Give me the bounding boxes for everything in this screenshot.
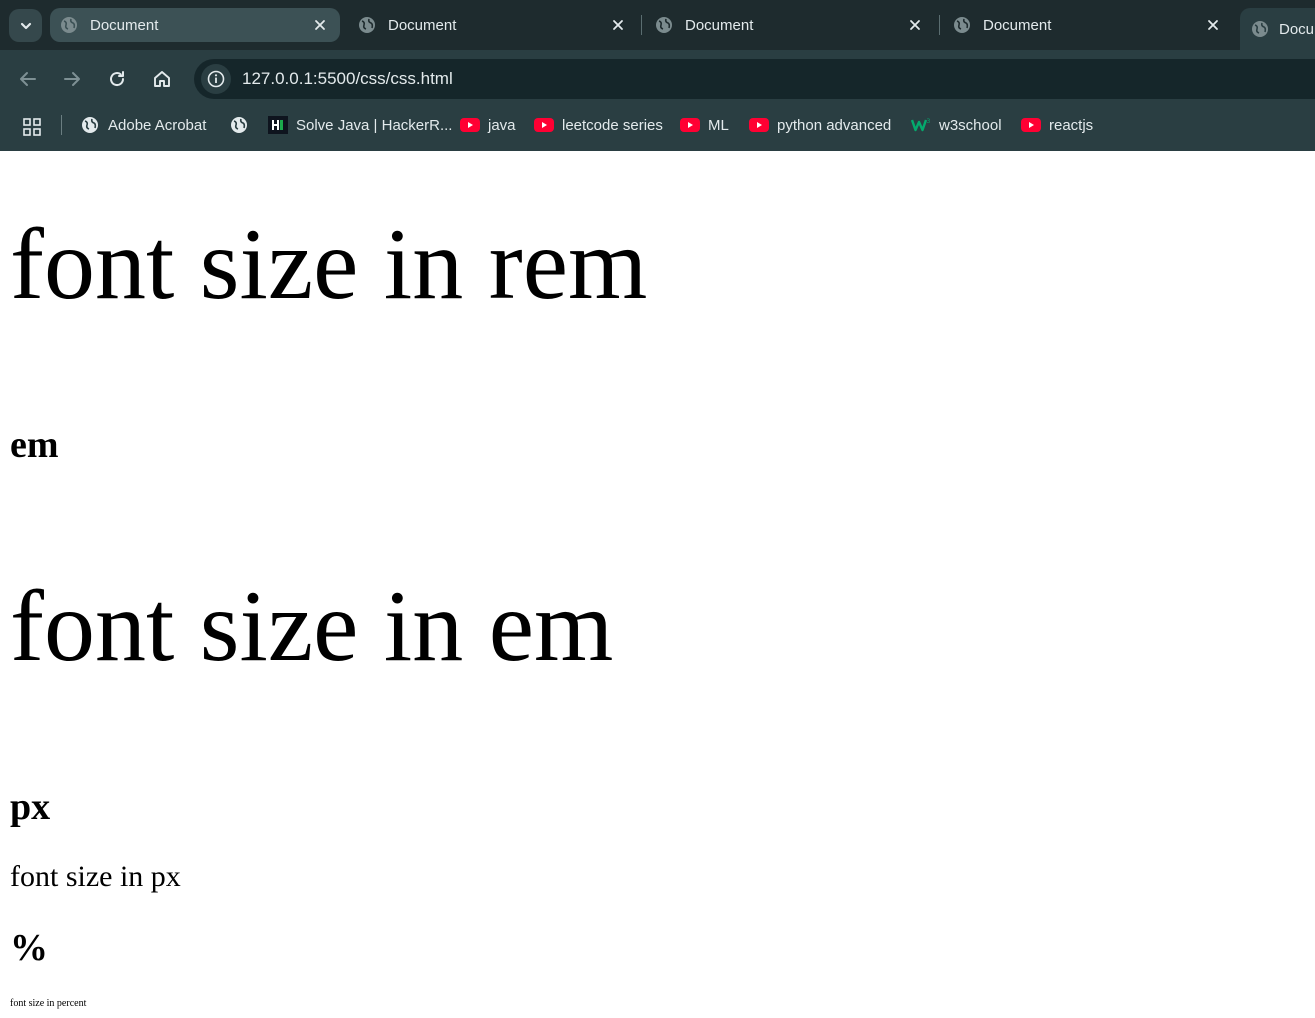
bookmark-globe[interactable] <box>229 115 257 135</box>
globe-icon <box>954 17 970 33</box>
apps-button[interactable] <box>20 115 44 139</box>
tab-title: Document <box>983 16 1052 34</box>
globe-icon <box>656 17 672 33</box>
em-heading: em <box>10 424 59 466</box>
close-icon[interactable] <box>907 17 923 33</box>
bookmark-ml[interactable]: ML <box>680 115 729 135</box>
bookmark-label: leetcode series <box>562 116 663 134</box>
youtube-icon <box>1021 117 1041 133</box>
tab-title: Docu <box>1279 20 1315 38</box>
close-icon[interactable] <box>312 17 328 33</box>
w3schools-icon: 3 <box>911 117 931 133</box>
tab-document-5[interactable]: Docu <box>1240 8 1315 50</box>
bookmark-w3school[interactable]: 3 w3school <box>911 115 1002 135</box>
bookmark-python-advanced[interactable]: python advanced <box>749 115 891 135</box>
percent-paragraph: font size in percent <box>10 998 87 1009</box>
tab-title: Document <box>90 16 159 34</box>
bookmark-reactjs[interactable]: reactjs <box>1021 115 1093 135</box>
arrow-left-icon <box>20 72 36 86</box>
bookmarks-bar: Adobe Acrobat Solve Java | HackerR... ja… <box>0 107 1315 151</box>
arrow-right-icon <box>64 72 80 86</box>
back-button[interactable] <box>13 64 43 94</box>
tab-divider <box>641 15 642 35</box>
home-icon <box>154 71 170 87</box>
youtube-icon <box>680 117 700 133</box>
em-paragraph: font size in em <box>10 570 614 683</box>
tab-title: Document <box>685 16 754 34</box>
svg-text:3: 3 <box>927 118 931 125</box>
bookmark-label: python advanced <box>777 116 892 134</box>
globe-icon <box>229 117 249 133</box>
site-info-button[interactable] <box>201 64 231 94</box>
apps-grid-icon <box>23 118 41 136</box>
bookmark-label: java <box>488 116 516 134</box>
bookmark-label: ML <box>708 116 729 134</box>
forward-button[interactable] <box>57 64 87 94</box>
globe-icon <box>80 117 100 133</box>
bookmarks-divider <box>61 115 62 135</box>
rem-paragraph: font size in rem <box>10 208 648 321</box>
youtube-icon <box>460 117 480 133</box>
reload-icon <box>110 71 125 87</box>
tab-document-1[interactable]: Document <box>50 8 340 42</box>
percent-heading: % <box>10 927 48 969</box>
tab-title: Document <box>388 16 457 34</box>
bookmark-hackerrank[interactable]: Solve Java | HackerR... <box>268 115 452 135</box>
chevron-down-icon <box>20 22 31 29</box>
close-icon[interactable] <box>610 17 626 33</box>
page-content: font size in rem em font size in em px f… <box>0 151 1315 1018</box>
bookmark-label: Solve Java | HackerR... <box>296 116 453 134</box>
bookmark-label: Adobe Acrobat <box>108 116 207 134</box>
globe-icon <box>359 17 375 33</box>
reload-button[interactable] <box>102 64 132 94</box>
youtube-icon <box>534 117 554 133</box>
globe-icon <box>1252 21 1268 37</box>
tab-strip: Document Document Document Document Docu <box>0 0 1315 50</box>
globe-icon <box>61 17 77 33</box>
tab-search-button[interactable] <box>9 9 42 42</box>
px-paragraph: font size in px <box>10 860 181 893</box>
tab-document-3[interactable]: Document <box>645 8 935 42</box>
info-icon <box>207 70 225 88</box>
url-text[interactable]: 127.0.0.1:5500/css/css.html <box>242 69 453 89</box>
bookmark-adobe-acrobat[interactable]: Adobe Acrobat <box>80 115 206 135</box>
px-heading: px <box>10 786 51 828</box>
browser-toolbar: 127.0.0.1:5500/css/css.html <box>0 50 1315 107</box>
tab-document-4[interactable]: Document <box>943 8 1233 42</box>
home-button[interactable] <box>147 64 177 94</box>
tab-divider <box>939 15 940 35</box>
address-bar[interactable]: 127.0.0.1:5500/css/css.html <box>194 59 1315 99</box>
hackerrank-icon <box>268 116 288 134</box>
tab-document-2[interactable]: Document <box>348 8 638 42</box>
bookmark-label: reactjs <box>1049 116 1094 134</box>
close-icon[interactable] <box>1205 17 1221 33</box>
bookmark-leetcode-series[interactable]: leetcode series <box>534 115 663 135</box>
youtube-icon <box>749 117 769 133</box>
bookmark-java[interactable]: java <box>460 115 516 135</box>
bookmark-label: w3school <box>939 116 1002 134</box>
